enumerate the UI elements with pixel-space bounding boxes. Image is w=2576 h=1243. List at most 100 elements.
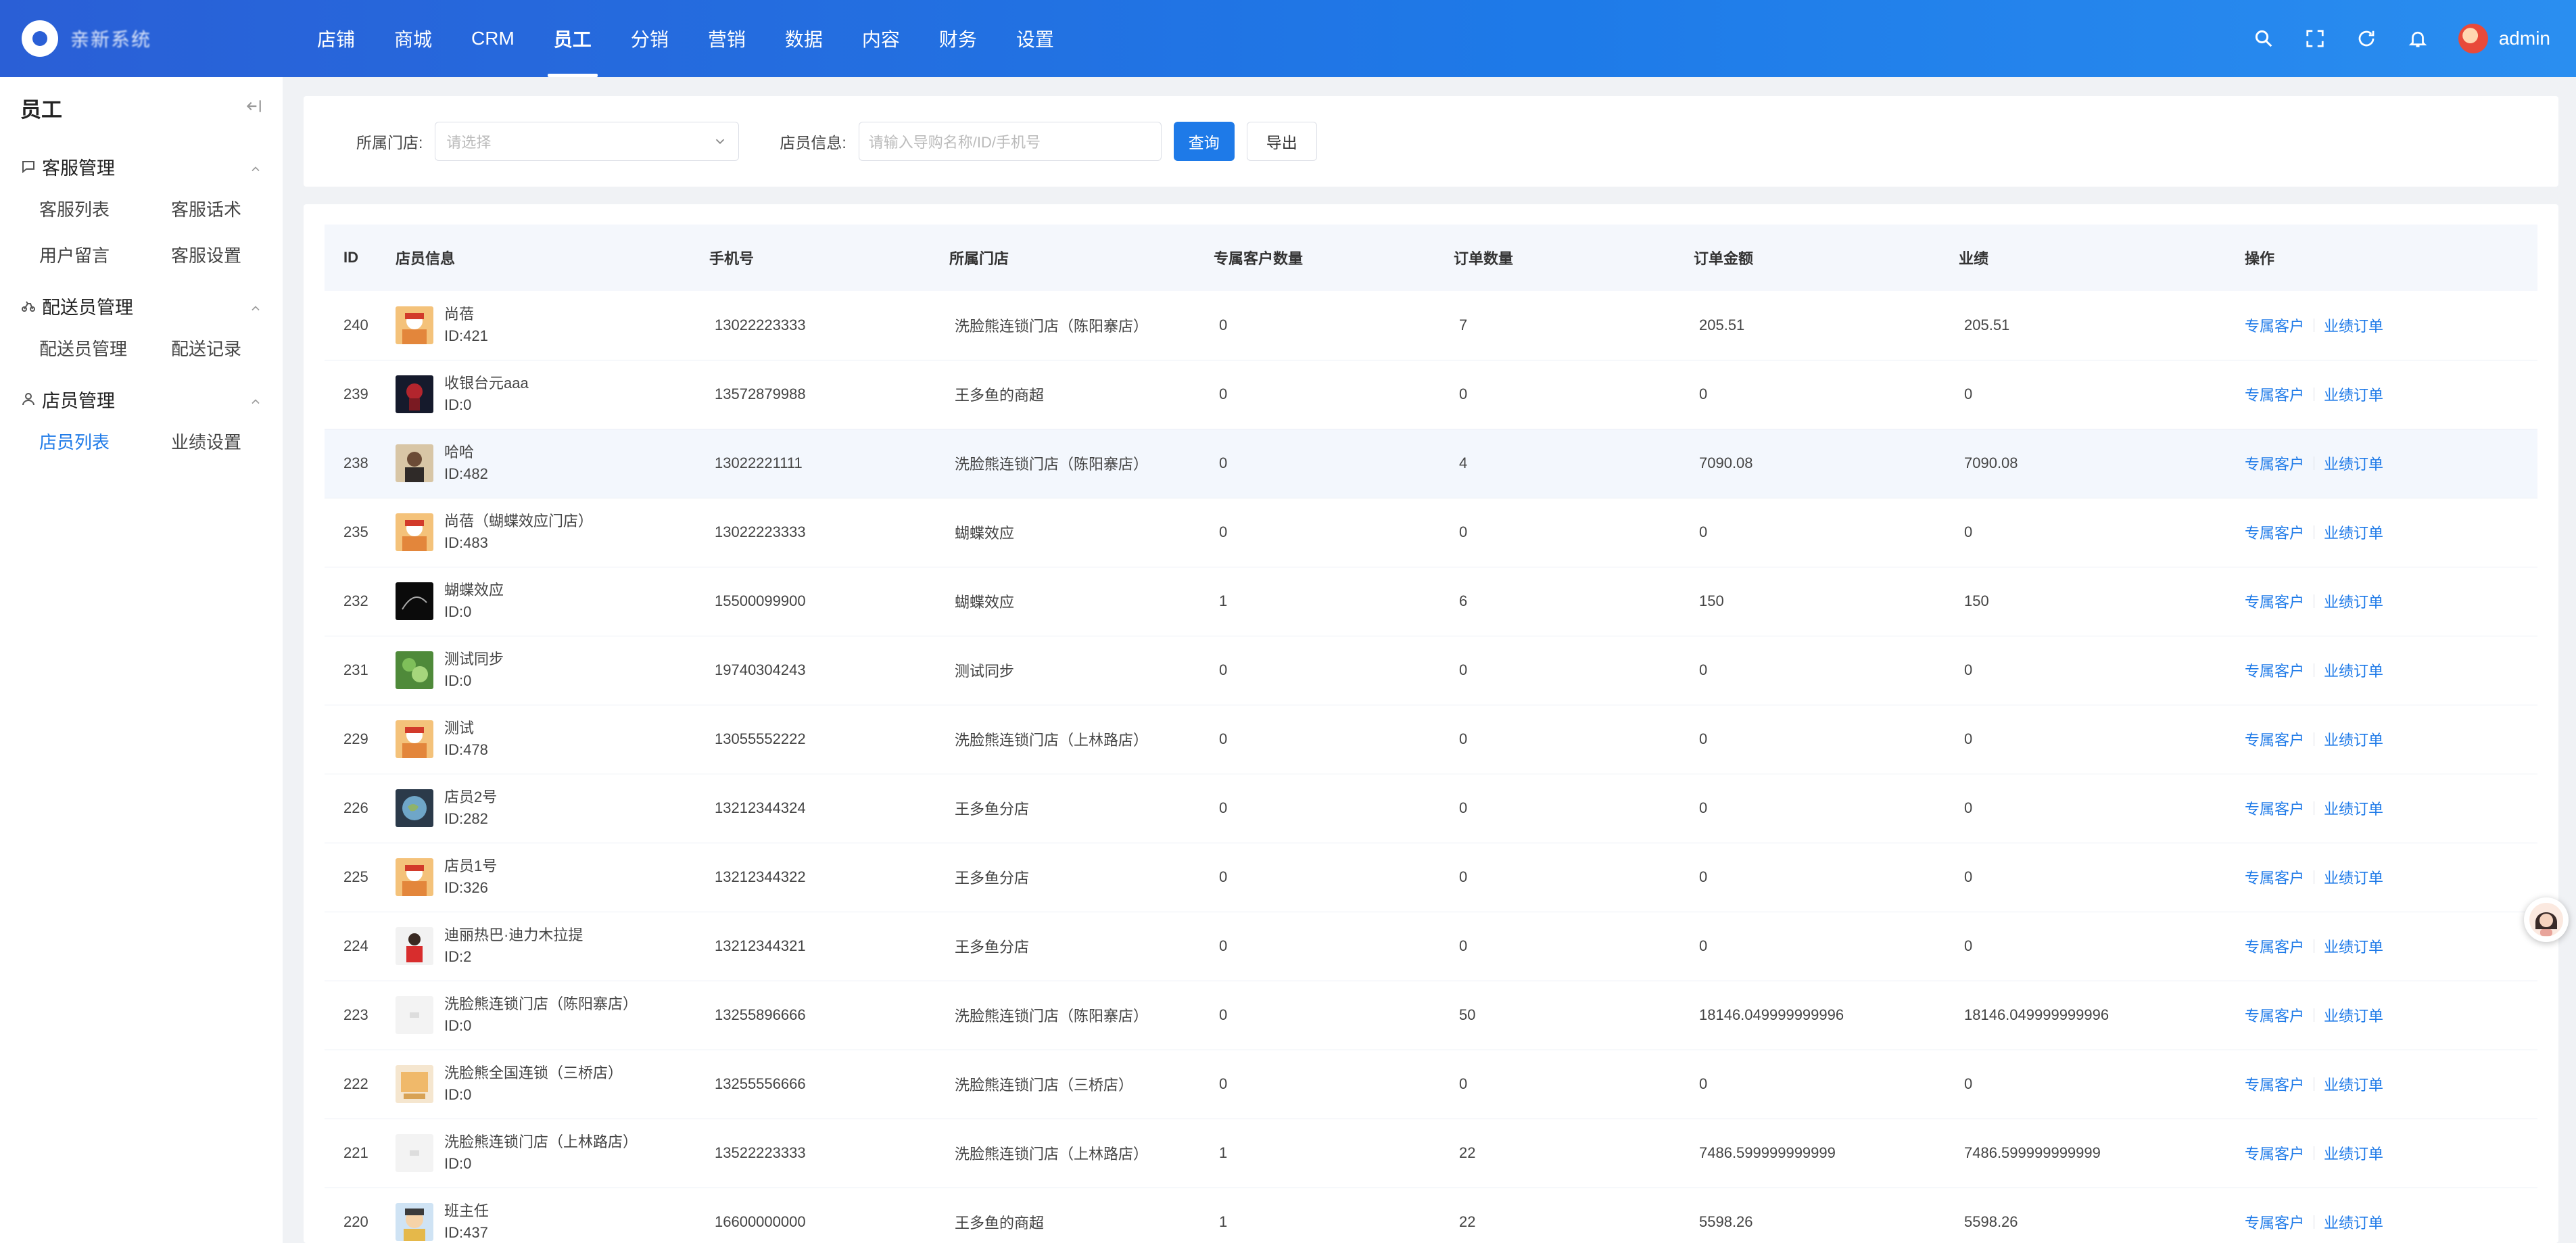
sidebar-item[interactable]: 业绩设置 — [171, 418, 303, 464]
sidebar-item[interactable]: 配送员管理 — [39, 325, 171, 371]
topnav-item-8[interactable]: 财务 — [920, 0, 997, 77]
column-header: 店员信息 — [396, 250, 456, 267]
cell-amount: 18146.049999999996 — [1699, 1006, 1844, 1023]
cell-orders: 0 — [1459, 868, 1468, 885]
cell-id: 223 — [343, 1006, 368, 1023]
exclusive-customers-link[interactable]: 专属客户 — [2245, 383, 2304, 405]
performance-orders-link[interactable]: 业绩订单 — [2324, 383, 2383, 405]
customer-service-avatar[interactable] — [2524, 897, 2569, 942]
bell-icon[interactable] — [2392, 13, 2443, 64]
topnav-item-4[interactable]: 分销 — [611, 0, 688, 77]
query-button[interactable]: 查询 — [1173, 122, 1235, 161]
staff-name: 班主任 — [444, 1202, 490, 1219]
user-avatar[interactable] — [2458, 24, 2488, 53]
topnav-item-0[interactable]: 店铺 — [297, 0, 375, 77]
staff-text: 哈哈 ID:482 — [444, 442, 488, 485]
cell-staff: 店员2号 ID:282 — [377, 774, 690, 843]
performance-orders-link[interactable]: 业绩订单 — [2324, 1211, 2383, 1233]
store-select[interactable]: 请选择 — [435, 122, 740, 161]
exclusive-customers-link[interactable]: 专属客户 — [2245, 1004, 2304, 1026]
cell-id: 226 — [343, 799, 368, 816]
exclusive-customers-link[interactable]: 专属客户 — [2245, 866, 2304, 888]
staff-info: 哈哈 ID:482 — [396, 442, 690, 485]
staff-name: 尚蓓（蝴蝶效应门店） — [444, 513, 594, 530]
staff-id: ID:483 — [444, 534, 488, 551]
cell-performance: 150 — [1964, 592, 1989, 609]
sidebar-group-header[interactable]: 店员管理 — [0, 380, 283, 418]
topnav-item-9[interactable]: 设置 — [997, 0, 1074, 77]
staff-search-input[interactable]: 请输入导购名称/ID/手机号 — [858, 122, 1162, 161]
sidebar-item[interactable]: 客服列表 — [39, 185, 171, 231]
row-actions: 专属客户 业绩订单 — [2245, 314, 2537, 336]
exclusive-customers-link[interactable]: 专属客户 — [2245, 590, 2304, 612]
cell-performance: 0 — [1964, 385, 1973, 402]
top-nav: 店铺 商城 CRM 员工 分销 营销 数据 内容 财务 设置 — [297, 0, 1074, 77]
performance-orders-link[interactable]: 业绩订单 — [2324, 314, 2383, 336]
performance-orders-link[interactable]: 业绩订单 — [2324, 521, 2383, 543]
performance-orders-link[interactable]: 业绩订单 — [2324, 659, 2383, 681]
cell-customers: 0 — [1219, 937, 1228, 954]
chevron-up-icon — [249, 299, 262, 312]
performance-orders-link[interactable]: 业绩订单 — [2324, 1142, 2383, 1164]
sidebar-item[interactable]: 用户留言 — [39, 231, 171, 277]
staff-text: 店员1号 ID:326 — [444, 855, 497, 899]
exclusive-customers-link[interactable]: 专属客户 — [2245, 452, 2304, 474]
exclusive-customers-link[interactable]: 专属客户 — [2245, 521, 2304, 543]
staff-text: 蝴蝶效应 ID:0 — [444, 580, 504, 623]
topnav-item-7[interactable]: 内容 — [842, 0, 920, 77]
user-name[interactable]: admin — [2499, 28, 2550, 49]
staff-info: 蝴蝶效应 ID:0 — [396, 580, 690, 623]
staff-id: ID:478 — [444, 741, 488, 758]
topnav-item-2[interactable]: CRM — [452, 0, 534, 77]
performance-orders-link[interactable]: 业绩订单 — [2324, 866, 2383, 888]
sidebar-menu: 客服管理 客服列表 客服话术 用户留言 客服设置 配送员管理 配送员管理 配送记录 店员管理 店员… — [0, 147, 283, 464]
row-actions: 专属客户 业绩订单 — [2245, 1142, 2537, 1164]
staff-name: 蝴蝶效应 — [444, 582, 504, 599]
staff-id: ID:421 — [444, 327, 488, 344]
topnav-item-1[interactable]: 商城 — [375, 0, 452, 77]
refresh-icon[interactable] — [2341, 13, 2392, 64]
logo[interactable]: 亲新系统 — [0, 20, 243, 57]
exclusive-customers-link[interactable]: 专属客户 — [2245, 728, 2304, 750]
exclusive-customers-link[interactable]: 专属客户 — [2245, 314, 2304, 336]
fullscreen-icon[interactable] — [2289, 13, 2341, 64]
exclusive-customers-link[interactable]: 专属客户 — [2245, 797, 2304, 819]
sidebar-item[interactable]: 配送记录 — [171, 325, 303, 371]
performance-orders-link[interactable]: 业绩订单 — [2324, 452, 2383, 474]
performance-orders-link[interactable]: 业绩订单 — [2324, 728, 2383, 750]
performance-orders-link[interactable]: 业绩订单 — [2324, 1004, 2383, 1026]
performance-orders-link[interactable]: 业绩订单 — [2324, 797, 2383, 819]
performance-orders-link[interactable]: 业绩订单 — [2324, 1073, 2383, 1095]
exclusive-customers-link[interactable]: 专属客户 — [2245, 659, 2304, 681]
cell-phone: 13522223333 — [715, 1144, 806, 1161]
exclusive-customers-link[interactable]: 专属客户 — [2245, 1142, 2304, 1164]
performance-orders-link[interactable]: 业绩订单 — [2324, 935, 2383, 957]
staff-name: 迪丽热巴·迪力木拉提 — [444, 927, 583, 943]
sidebar-item[interactable]: 客服话术 — [171, 185, 303, 231]
cell-id: 225 — [343, 868, 368, 885]
topnav-item-5[interactable]: 营销 — [688, 0, 765, 77]
row-actions: 专属客户 业绩订单 — [2245, 452, 2537, 474]
row-actions: 专属客户 业绩订单 — [2245, 659, 2537, 681]
cell-performance: 205.51 — [1964, 316, 2010, 333]
cell-actions: 专属客户 业绩订单 — [2226, 567, 2537, 636]
exclusive-customers-link[interactable]: 专属客户 — [2245, 1073, 2304, 1095]
collapse-sidebar-icon[interactable] — [245, 97, 262, 118]
sidebar-group-header[interactable]: 客服管理 — [0, 147, 283, 185]
sidebar-item[interactable]: 客服设置 — [171, 231, 303, 277]
topnav-item-3[interactable]: 员工 — [534, 0, 611, 77]
cell-id: 221 — [343, 1144, 368, 1161]
staff-avatar — [396, 1065, 433, 1103]
sidebar-item[interactable]: 店员列表 — [39, 418, 171, 464]
search-icon[interactable] — [2238, 13, 2289, 64]
cell-actions: 专属客户 业绩订单 — [2226, 705, 2537, 774]
cell-customers: 0 — [1219, 1075, 1228, 1092]
cell-customers: 1 — [1219, 1144, 1228, 1161]
exclusive-customers-link[interactable]: 专属客户 — [2245, 1211, 2304, 1233]
sidebar-group-header[interactable]: 配送员管理 — [0, 287, 283, 325]
performance-orders-link[interactable]: 业绩订单 — [2324, 590, 2383, 612]
exclusive-customers-link[interactable]: 专属客户 — [2245, 935, 2304, 957]
topnav-item-6[interactable]: 数据 — [765, 0, 842, 77]
export-button[interactable]: 导出 — [1246, 122, 1317, 161]
sidebar-header: 员工 — [0, 77, 283, 138]
